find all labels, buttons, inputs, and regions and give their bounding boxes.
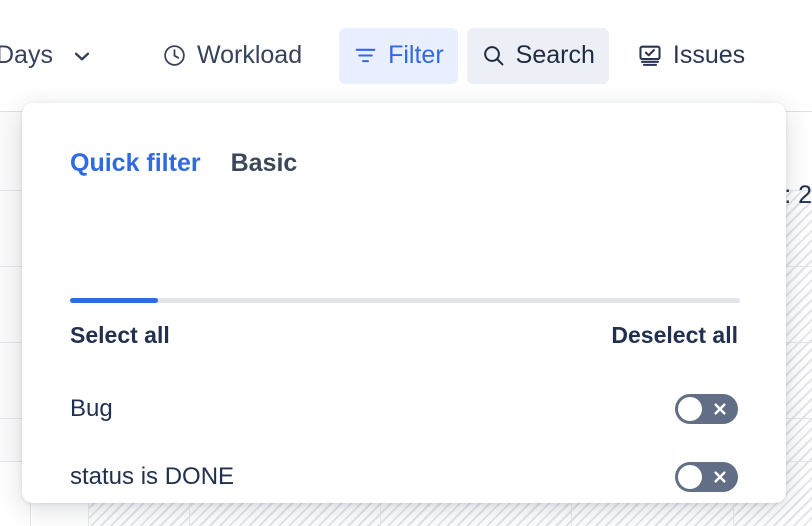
issues-icon [637,43,663,69]
workload-button[interactable]: Workload [148,28,316,84]
select-actions-row: Select all Deselect all [70,322,738,349]
search-label: Search [515,41,595,69]
workload-label: Workload [196,41,303,69]
quick-filter-list: Bug status is DONE [70,375,738,503]
truncated-count-label: : 2 [784,181,812,209]
list-item[interactable]: status is DONE [70,443,738,503]
filter-icon [353,43,378,68]
toggle-knob [678,465,702,489]
tab-basic-label: Basic [230,149,298,177]
quick-filter-toggle[interactable] [675,462,738,492]
close-icon [713,470,727,484]
zoom-scale-label: Days [0,41,53,69]
tab-quick-filter-label: Quick filter [70,149,201,177]
tab-indicator-track [70,298,740,303]
toolbar: Days Workload Filter Search Issues [0,0,812,111]
tab-active-indicator [70,298,158,303]
quick-filter-label: Bug [70,395,113,422]
quick-filter-label: status is DONE [70,463,235,490]
search-button[interactable]: Search [466,27,609,84]
filter-dropdown-panel: Quick filter Basic Select all Deselect a… [22,103,786,503]
tab-basic[interactable]: Basic [231,149,298,188]
filter-button[interactable]: Filter [339,27,458,84]
clock-icon [162,43,187,68]
zoom-scale-dropdown[interactable]: Days [0,28,107,84]
list-item[interactable]: Bug [70,375,738,443]
deselect-all-button[interactable]: Deselect all [611,322,738,349]
issues-label: Issues [672,41,746,69]
quick-filter-toggle[interactable] [675,394,738,424]
filter-label: Filter [388,41,444,69]
issues-button[interactable]: Issues [623,28,759,84]
panel-tabs: Quick filter Basic [70,149,297,188]
close-icon [713,402,727,416]
chevron-down-icon [71,45,93,67]
toggle-knob [678,397,702,421]
tab-quick-filter[interactable]: Quick filter [70,149,201,188]
select-all-button[interactable]: Select all [70,322,170,349]
search-icon [481,43,506,68]
